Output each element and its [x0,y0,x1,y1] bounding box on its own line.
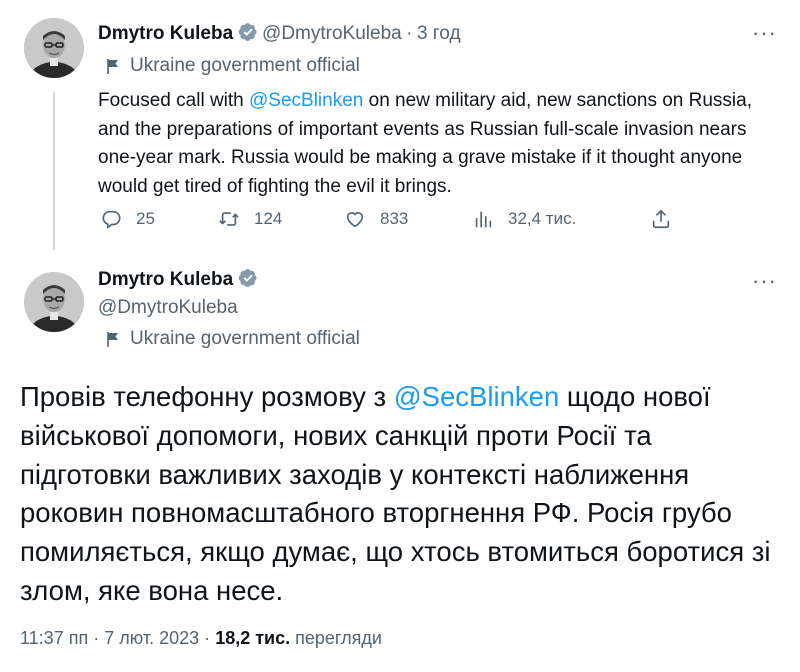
reply-count: 25 [136,209,155,228]
reply-button[interactable]: 25 [100,208,155,230]
tweet1-separator: · [406,23,413,44]
tweet1-handle[interactable]: @DmytroKuleba [262,23,402,44]
verified-badge-icon [238,23,257,41]
tweet2-views-label: перегляди [295,628,382,648]
tweet2-date[interactable]: 7 лют. 2023 [104,628,199,648]
tweet1-gov-label[interactable]: Ukraine government official [104,55,360,77]
avatar[interactable] [24,272,84,332]
avatar[interactable] [24,18,84,78]
tweet1-text: Focused call with @SecBlinken on new mil… [98,87,778,201]
retweet-count: 124 [254,209,283,228]
retweet-button[interactable]: 124 [218,208,282,230]
like-button[interactable]: 833 [344,208,408,230]
tweet2-text: Провів телефонну розмову з @SecBlinken щ… [20,378,790,611]
tweet1-header: Dmytro Kuleba @DmytroKuleba · 3 год [98,22,461,45]
thread-connector-line [53,92,55,250]
government-label-icon [107,332,118,347]
views-count: 32,4 тис. [508,209,577,228]
tweet1-mention-link[interactable]: @SecBlinken [249,90,363,111]
tweet2-author-name[interactable]: Dmytro Kuleba [98,269,233,290]
share-button[interactable] [650,208,672,230]
tweet1-action-bar: 25 124 833 32,4 тис. [98,208,678,236]
more-options-icon[interactable]: ··· [752,268,777,294]
tweet2-handle[interactable]: @DmytroKuleba [98,297,238,319]
tweet1-text-start: Focused call with [98,90,250,111]
tweet1-timestamp[interactable]: 3 год [417,23,461,44]
share-icon [652,209,670,229]
tweet2-meta: 11:37 пп · 7 лют. 2023 · 18,2 тис. перег… [20,628,382,649]
tweet2-text-end: щодо нової військової допомоги, нових са… [20,381,771,606]
tweet1-gov-label-text: Ukraine government official [130,55,360,76]
heart-icon [346,212,364,228]
tweet2-gov-label[interactable]: Ukraine government official [104,328,360,350]
more-options-icon[interactable]: ··· [752,20,777,46]
government-label-icon [107,59,118,74]
tweet2-separator-2: · [204,628,211,648]
tweet2-author-name-row: Dmytro Kuleba [98,268,258,291]
retweet-icon [219,212,239,226]
avatar-portrait-icon [24,272,84,332]
tweet2-separator-1: · [93,628,100,648]
tweet1-author-name[interactable]: Dmytro Kuleba [98,23,233,44]
verified-badge-icon [238,269,257,287]
views-button[interactable]: 32,4 тис. [472,208,576,230]
avatar-portrait-icon [24,18,84,78]
tweet2-gov-label-text: Ukraine government official [130,328,360,349]
tweet2-time[interactable]: 11:37 пп [20,628,88,648]
tweet2-text-start: Провів телефонну розмову з [20,381,394,412]
tweet2-views-count: 18,2 тис. [215,628,291,648]
reply-icon [102,210,121,229]
views-chart-icon [475,211,492,228]
like-count: 833 [380,209,409,228]
tweet2-mention-link[interactable]: @SecBlinken [394,381,560,412]
